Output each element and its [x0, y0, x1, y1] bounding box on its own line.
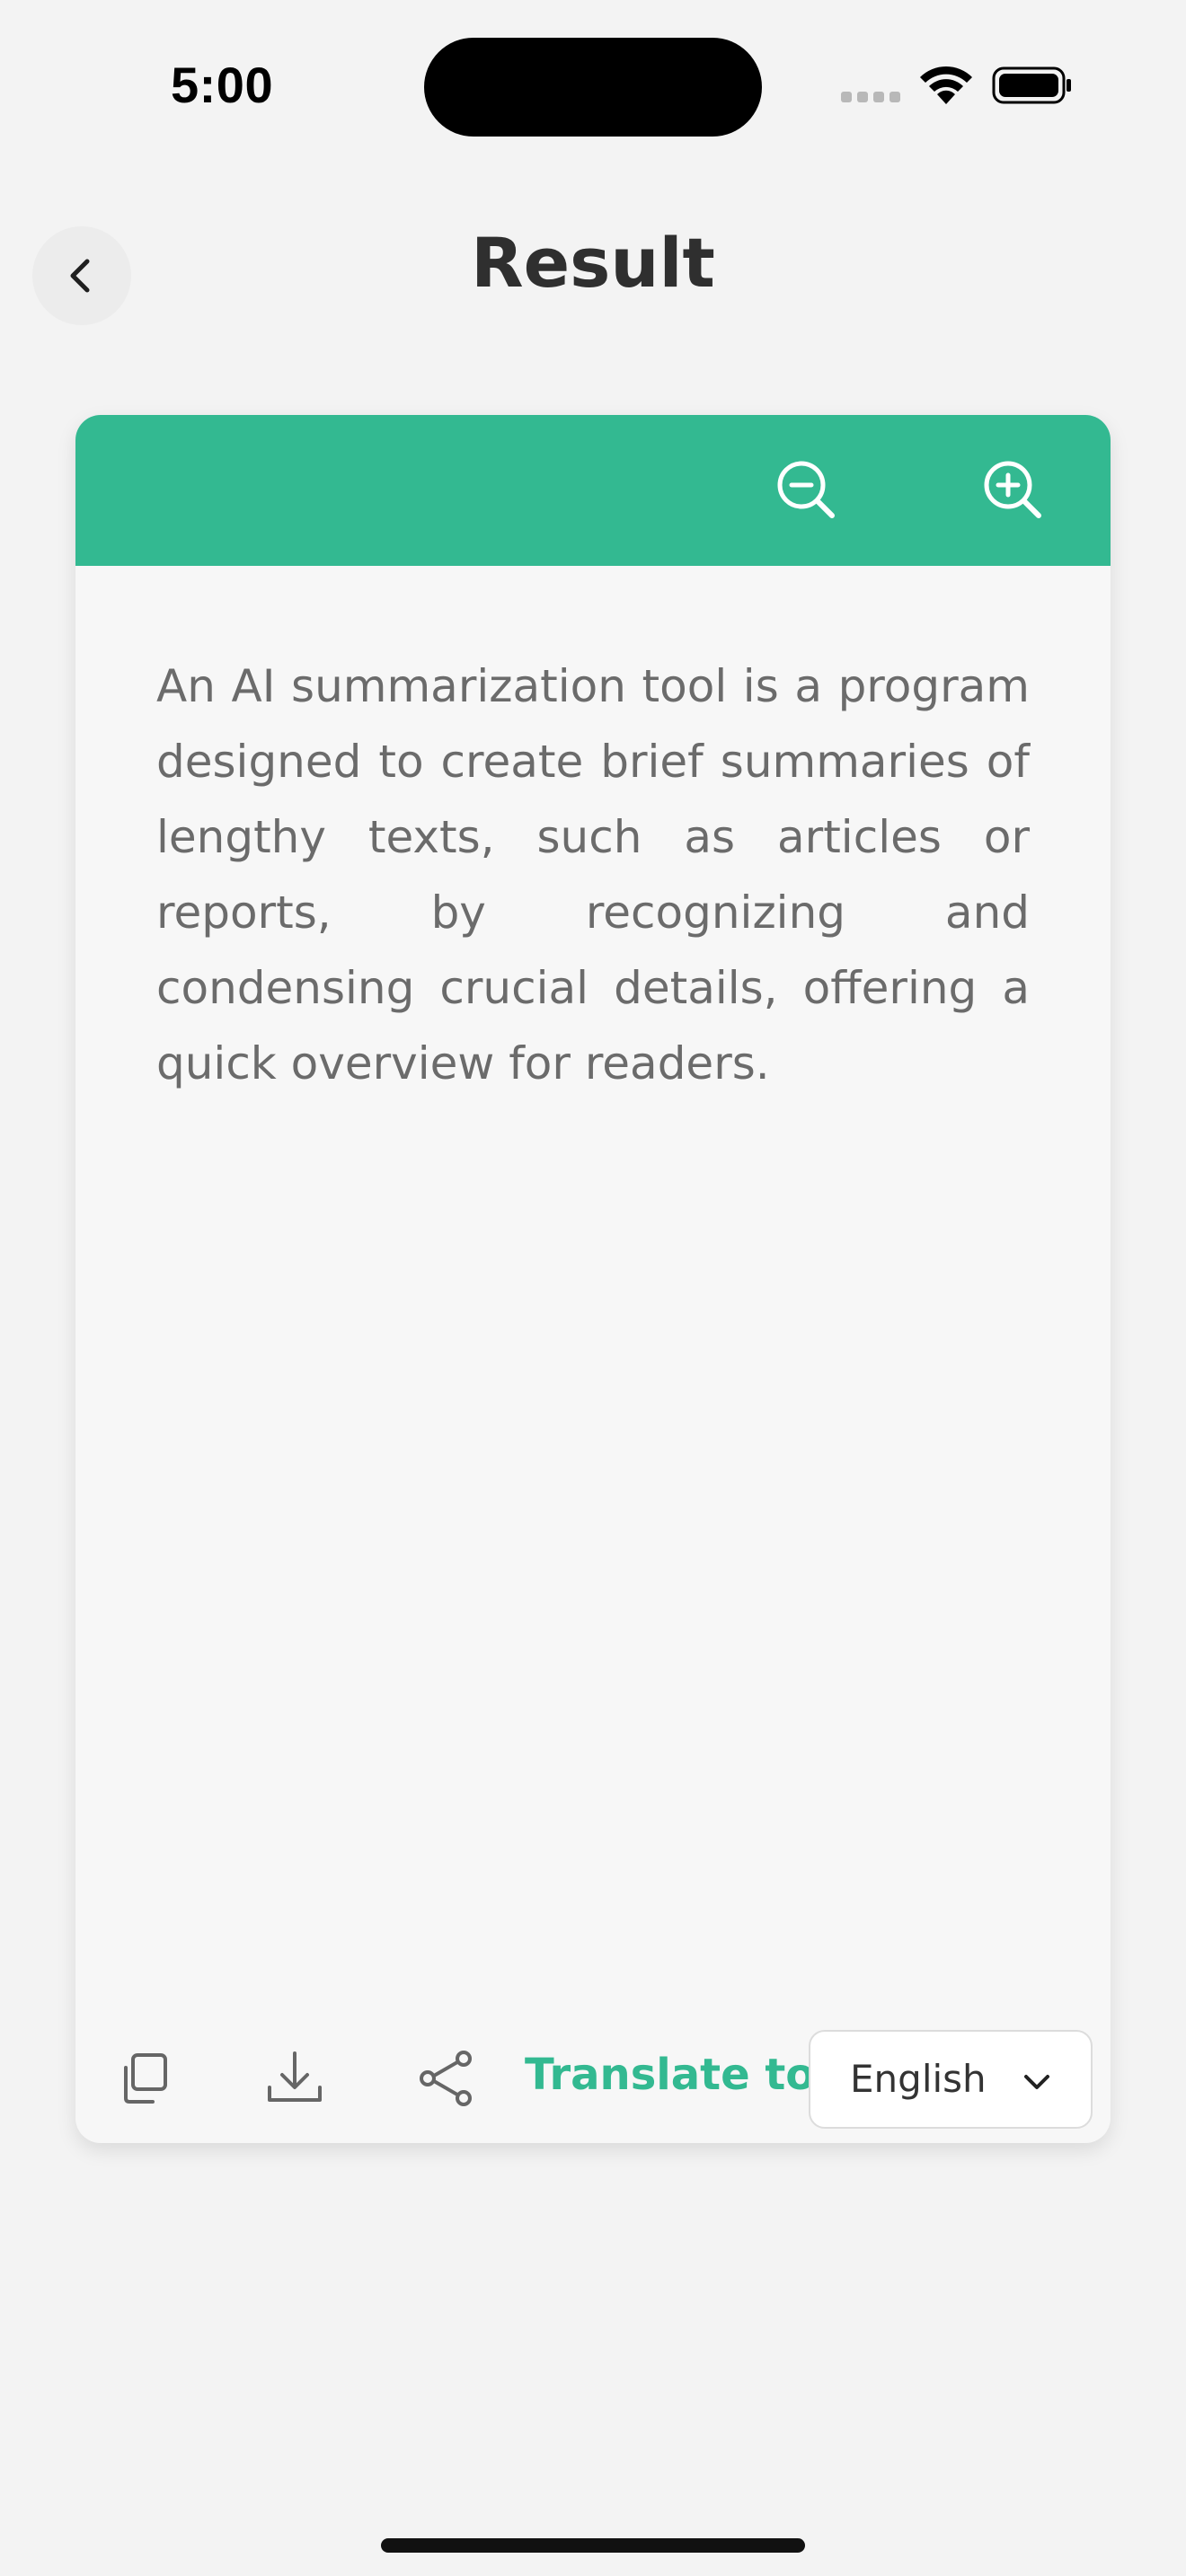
page-title: Result: [471, 223, 715, 303]
zoom-out-icon: [777, 461, 835, 518]
copy-icon: [124, 2053, 167, 2104]
zoom-in-icon: [984, 461, 1041, 518]
result-card: An AI summarization tool is a program de…: [75, 415, 1111, 2143]
share-icon: [420, 2051, 472, 2106]
share-button[interactable]: [410, 2042, 482, 2114]
battery-icon: [992, 65, 1073, 106]
home-indicator: [381, 2538, 805, 2553]
chevron-down-icon: [1024, 2075, 1049, 2089]
summary-text: An AI summarization tool is a program de…: [156, 660, 1030, 1090]
dynamic-island: [424, 38, 762, 137]
wifi-icon: [918, 65, 974, 106]
language-value: English: [850, 2057, 987, 2101]
zoom-in-button[interactable]: [974, 451, 1055, 532]
translate-label: Translate to: [525, 2050, 816, 2100]
status-time: 5:00: [171, 57, 274, 113]
zoom-out-button[interactable]: [767, 451, 848, 532]
copy-button[interactable]: [108, 2042, 180, 2114]
card-header: [75, 415, 1111, 566]
download-button[interactable]: [259, 2042, 331, 2114]
cellular-signal-icon: [841, 92, 900, 102]
language-dropdown[interactable]: English: [809, 2030, 1093, 2129]
download-icon: [268, 2051, 322, 2102]
